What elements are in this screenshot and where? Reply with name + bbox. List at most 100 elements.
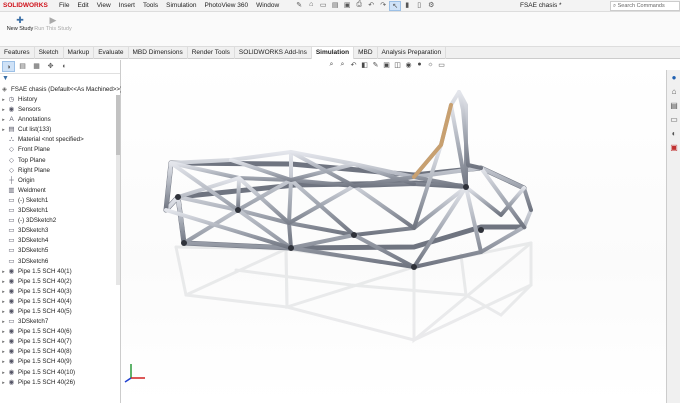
menu-edit[interactable]: Edit (73, 2, 92, 9)
file-explorer-icon[interactable]: ▤ (668, 100, 680, 112)
expand-arrow-icon[interactable]: ▸ (0, 368, 7, 378)
tree-item[interactable]: ◇ Top Plane (0, 156, 116, 166)
tree-item[interactable]: ┼ Origin (0, 176, 116, 186)
print-icon[interactable]: ⎙ (353, 1, 365, 11)
expand-arrow-icon[interactable]: ▸ (0, 337, 7, 347)
expand-arrow-icon[interactable]: ▸ (0, 125, 7, 135)
tree-item[interactable]: ▭ 3DSketch3 (0, 226, 116, 236)
redo-icon[interactable]: ↷ (377, 1, 389, 11)
tree-item[interactable]: ▸ ◉ Pipe 1.5 SCH 40(10) (0, 368, 116, 378)
expand-arrow-icon[interactable]: ▸ (0, 327, 7, 337)
run-study-button[interactable]: ▶ Run This Study (33, 15, 73, 32)
save-icon[interactable]: ▣ (341, 1, 353, 11)
filter-icon[interactable]: ▼ (0, 74, 120, 84)
graphics-viewport[interactable]: ⌕ ⌕ ↶ ◧ ✎ ▣ ◫ ◉ ● ☼ ▭ (121, 60, 666, 403)
menu-window[interactable]: Window (252, 2, 283, 9)
sketch-icon: ▭ (8, 227, 15, 235)
expand-arrow-icon[interactable]: ▸ (0, 287, 7, 297)
tree-scrollbar[interactable] (116, 95, 120, 285)
configuration-manager-icon[interactable]: ▦ (30, 61, 43, 72)
tree-item[interactable]: ▭ (-) 3DSketch2 (0, 216, 116, 226)
custom-properties-icon[interactable]: ▣ (668, 142, 680, 154)
tree-item[interactable]: ▸ ◉ Pipe 1.5 SCH 40(3) (0, 287, 116, 297)
panel-tab-bar: ◑ ▤ ▦ ✥ ◐ (0, 60, 120, 74)
expand-arrow-icon[interactable]: ▸ (0, 378, 7, 388)
tab-mbd[interactable]: MBD (354, 47, 378, 59)
pin-icon[interactable]: ✎ (293, 1, 305, 11)
tab-render-tools[interactable]: Render Tools (188, 47, 235, 59)
home-icon[interactable]: ⌂ (305, 1, 317, 11)
menu-simulation[interactable]: Simulation (162, 2, 200, 9)
search-commands-input[interactable]: ⌕ Search Commands (610, 1, 680, 11)
tree-item[interactable]: ▸ ◉ Pipe 1.5 SCH 40(8) (0, 347, 116, 357)
tree-item[interactable]: ▸ ◉ Pipe 1.5 SCH 40(6) (0, 327, 116, 337)
annotations-icon: A (9, 116, 14, 124)
tree-item[interactable]: ▭ 3DSketch6 (0, 257, 116, 267)
select-cursor-icon[interactable]: ↖ (389, 0, 402, 11)
file-properties-icon[interactable]: ▯ (413, 1, 425, 11)
open-folder-icon[interactable]: ▤ (329, 1, 341, 11)
expand-arrow-icon[interactable]: ▸ (0, 347, 7, 357)
appearances-icon[interactable]: ◐ (668, 128, 680, 140)
expand-arrow-icon[interactable]: ▸ (0, 267, 7, 277)
new-document-icon[interactable]: ▭ (317, 1, 329, 11)
design-library-icon[interactable]: ⌂ (668, 86, 680, 98)
plane-icon: ◇ (9, 166, 14, 174)
menu-photoview[interactable]: PhotoView 360 (200, 2, 252, 9)
expand-arrow-icon[interactable]: ▸ (0, 95, 7, 105)
tab-solidworks-addins[interactable]: SOLIDWORKS Add-Ins (235, 47, 312, 59)
tree-item[interactable]: ▸ ▤ Cut list(133) (0, 125, 116, 135)
tree-item[interactable]: ▸ ◉ Sensors (0, 105, 116, 115)
undo-icon[interactable]: ↶ (365, 1, 377, 11)
view-palette-icon[interactable]: ▭ (668, 114, 680, 126)
tree-item[interactable]: ▸ ◉ Pipe 1.5 SCH 40(26) (0, 378, 116, 388)
tree-item[interactable]: ▥ Weldment (0, 186, 116, 196)
chassis-model[interactable] (121, 60, 666, 403)
dimxpert-icon[interactable]: ✥ (44, 61, 57, 72)
tab-mbd-dimensions[interactable]: MBD Dimensions (129, 47, 188, 59)
feature-tree-icon[interactable]: ◑ (2, 61, 15, 72)
expand-arrow-icon[interactable]: ▸ (0, 297, 7, 307)
expand-arrow-icon[interactable]: ▸ (0, 277, 7, 287)
tree-root[interactable]: ◈ FSAE chasis (Default<<As Machined>>) (0, 85, 122, 95)
expand-arrow-icon[interactable]: ▸ (0, 307, 7, 317)
tab-features[interactable]: Features (0, 47, 35, 59)
expand-arrow-icon[interactable]: ▸ (0, 357, 7, 367)
menu-view[interactable]: View (93, 2, 115, 9)
menu-bar: File Edit View Insert Tools Simulation P… (55, 2, 283, 9)
display-manager-icon[interactable]: ◐ (58, 61, 71, 72)
tree-item[interactable]: ▸ ◉ Pipe 1.5 SCH 40(1) (0, 267, 116, 277)
tree-item[interactable]: ▸ ▭ 3DSketch7 (0, 317, 116, 327)
tree-item[interactable]: ▸ ◉ Pipe 1.5 SCH 40(5) (0, 307, 116, 317)
tree-item[interactable]: ⛬ Material <not specified> (0, 135, 116, 145)
rebuild-icon[interactable]: ▮ (401, 1, 413, 11)
tree-item[interactable]: ▸ ◉ Pipe 1.5 SCH 40(9) (0, 357, 116, 367)
property-manager-icon[interactable]: ▤ (16, 61, 29, 72)
menu-insert[interactable]: Insert (115, 2, 139, 9)
solidworks-resources-icon[interactable]: ● (668, 72, 680, 84)
menu-tools[interactable]: Tools (139, 2, 162, 9)
tab-analysis-preparation[interactable]: Analysis Preparation (378, 47, 447, 59)
expand-arrow-icon[interactable]: ▸ (0, 115, 7, 125)
options-gear-icon[interactable]: ⚙ (425, 1, 437, 11)
expand-arrow-icon[interactable]: ▸ (0, 317, 7, 327)
tree-item[interactable]: ▸ ◉ Pipe 1.5 SCH 40(2) (0, 277, 116, 287)
tree-item[interactable]: ▸ ◉ Pipe 1.5 SCH 40(4) (0, 297, 116, 307)
tree-item[interactable]: ▭ 3DSketch4 (0, 236, 116, 246)
tree-item[interactable]: ▭ (-) Sketch1 (0, 196, 116, 206)
tree-item[interactable]: ◇ Right Plane (0, 166, 116, 176)
tree-item-label: 3DSketch6 (18, 257, 49, 265)
scrollbar-thumb[interactable] (116, 95, 120, 155)
tree-item[interactable]: ▭ 3DSketch5 (0, 246, 116, 256)
tab-markup[interactable]: Markup (64, 47, 95, 59)
tree-item[interactable]: ◇ Front Plane (0, 145, 116, 155)
tab-evaluate[interactable]: Evaluate (94, 47, 129, 59)
tree-item[interactable]: ▭ 3DSketch1 (0, 206, 116, 216)
expand-arrow-icon[interactable]: ▸ (0, 105, 7, 115)
tree-item[interactable]: ▸ A Annotations (0, 115, 116, 125)
tree-item[interactable]: ▸ ◷ History (0, 95, 116, 105)
tab-sketch[interactable]: Sketch (35, 47, 64, 59)
tree-item[interactable]: ▸ ◉ Pipe 1.5 SCH 40(7) (0, 337, 116, 347)
menu-file[interactable]: File (55, 2, 73, 9)
tab-simulation[interactable]: Simulation (311, 47, 355, 59)
